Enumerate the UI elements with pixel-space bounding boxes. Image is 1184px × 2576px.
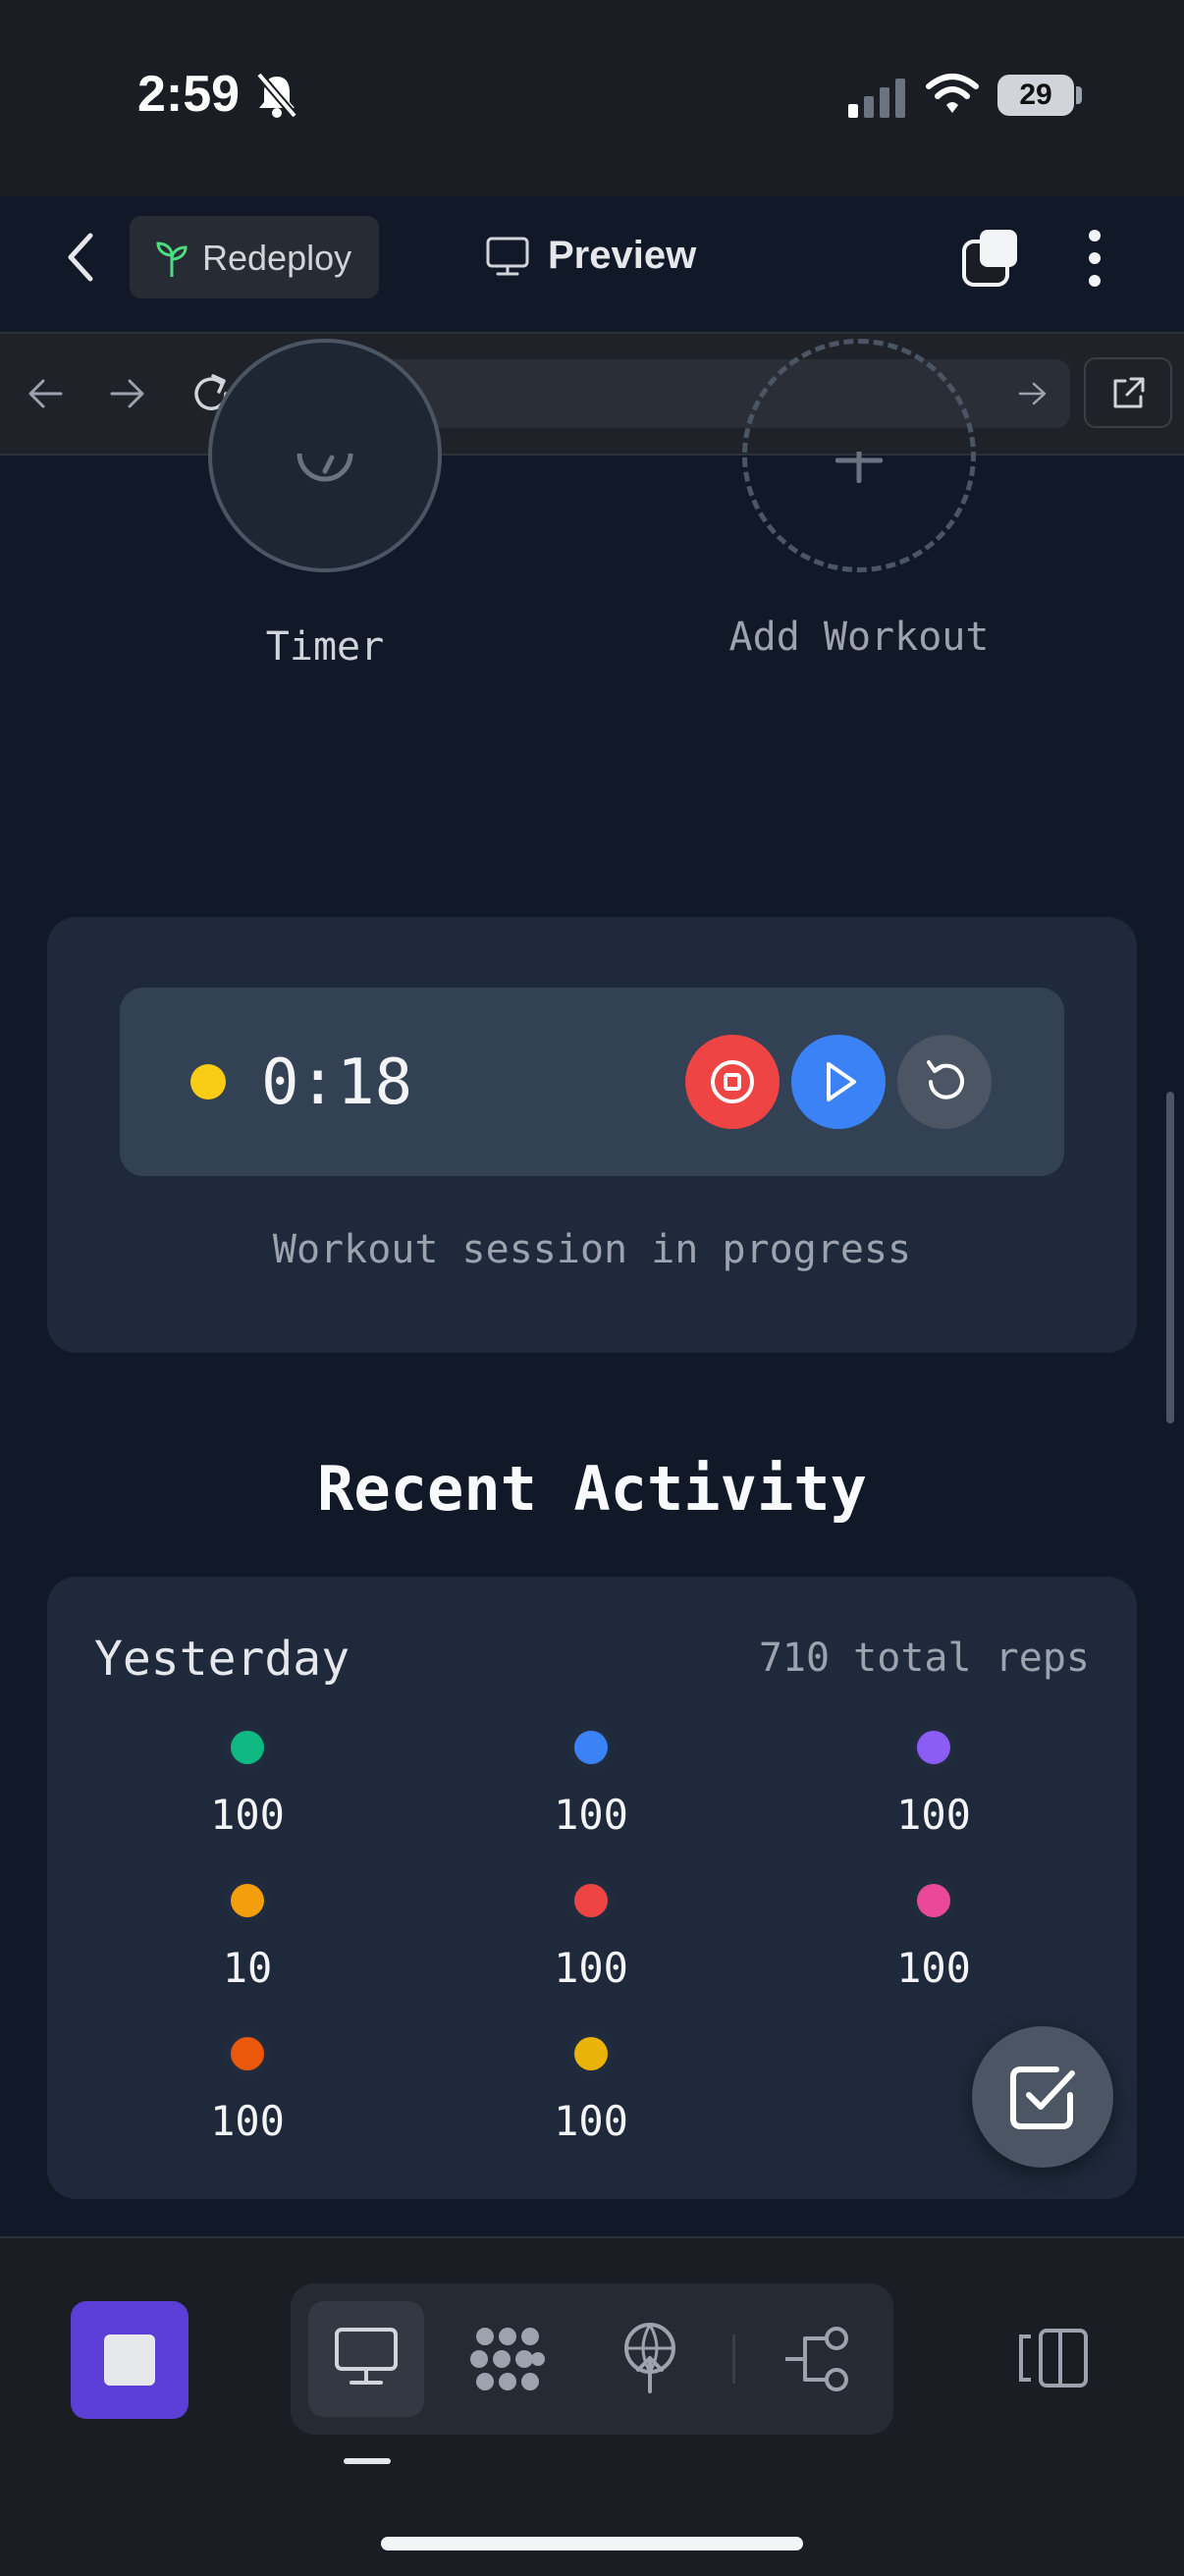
checkbox-icon (1010, 2066, 1075, 2129)
desktop-icon (335, 2328, 398, 2385)
exercise-dot (917, 1731, 950, 1764)
add-workout-label: Add Workout (728, 615, 990, 660)
exercise-dot (917, 1884, 950, 1917)
exercise-reps: 100 (554, 1791, 628, 1839)
active-tab-indicator (344, 2458, 391, 2464)
status-time: 2:59 (137, 66, 241, 123)
stop-session-button[interactable] (685, 1035, 780, 1129)
home-indicator[interactable] (381, 2537, 803, 2550)
battery-tip (1076, 86, 1082, 104)
session-status-text: Workout session in progress (272, 1227, 912, 1272)
arrow-right-icon[interactable] (108, 375, 147, 412)
session-active-dot (190, 1064, 226, 1100)
exercise-dot (231, 2037, 264, 2070)
plus-icon (835, 452, 883, 483)
exercise-reps: 100 (896, 1791, 971, 1839)
exercise-reps: 100 (896, 1944, 971, 1992)
floating-action-button[interactable] (972, 2026, 1113, 2168)
stopwatch-icon (296, 454, 353, 482)
stop-square-icon (104, 2334, 155, 2386)
play-session-button[interactable] (791, 1035, 886, 1129)
reset-session-button[interactable] (897, 1035, 992, 1129)
external-link-icon (1113, 377, 1145, 408)
exercise-dot (574, 2037, 608, 2070)
tabs-icon[interactable] (960, 228, 1021, 289)
exercise-reps: 100 (554, 2097, 628, 2145)
exercise-dot (231, 1731, 264, 1764)
reset-icon (927, 1060, 964, 1100)
activity-day-label: Yesterday (94, 1632, 350, 1687)
session-elapsed-time: 0:18 (261, 1046, 413, 1119)
wifi-icon (926, 74, 979, 113)
cellular-signal-icon (848, 79, 905, 118)
exercise-reps: 100 (554, 1944, 628, 1992)
go-arrow-icon[interactable] (1017, 379, 1049, 408)
deploy-icon[interactable] (619, 2321, 681, 2395)
recent-activity-title: Recent Activity (317, 1453, 867, 1525)
preview-title[interactable]: Preview (548, 234, 696, 278)
exercise-dot (231, 1884, 264, 1917)
agents-icon[interactable] (469, 2325, 546, 2393)
split-panel-icon[interactable] (1017, 2327, 1090, 2389)
exercise-dot (574, 1731, 608, 1764)
more-vertical-icon[interactable] (1080, 228, 1109, 289)
exercise-dot (574, 1884, 608, 1917)
redeploy-label: Redeploy (202, 238, 352, 278)
nav-divider (732, 2334, 735, 2384)
scrollbar[interactable] (1166, 1092, 1174, 1423)
monitor-icon (486, 237, 529, 276)
play-icon (827, 1062, 856, 1101)
exercise-reps: 100 (210, 1791, 285, 1839)
exercise-reps: 10 (222, 1944, 273, 1992)
plant-icon (156, 242, 188, 277)
activity-total-reps: 710 total reps (758, 1636, 1090, 1681)
exercise-reps: 100 (210, 2097, 285, 2145)
chevron-left-icon[interactable] (63, 232, 98, 283)
battery-indicator: 29 (997, 75, 1074, 116)
workflow-icon[interactable] (781, 2325, 852, 2393)
timer-label: Timer (265, 624, 385, 670)
bell-slash-icon (255, 72, 298, 119)
arrow-left-icon[interactable] (26, 375, 65, 412)
stop-icon (711, 1060, 754, 1103)
